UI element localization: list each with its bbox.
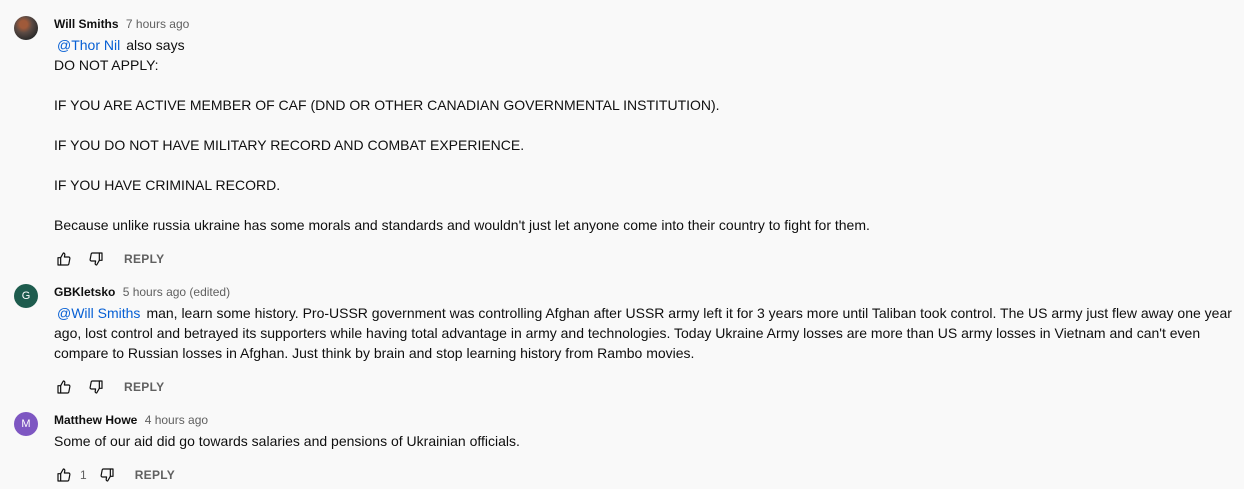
avatar[interactable]	[14, 16, 38, 40]
reply-button[interactable]: REPLY	[124, 380, 164, 394]
thumbs-down-icon[interactable]	[86, 249, 106, 269]
comment-content: Will Smiths 7 hours ago @Thor Nil also sa…	[54, 16, 1234, 235]
like-count: 1	[80, 468, 87, 482]
thumbs-up-icon[interactable]	[54, 377, 74, 397]
comment-content: Matthew Howe 4 hours ago Some of our aid…	[54, 412, 1234, 451]
comment-actions: REPLY	[54, 249, 164, 269]
comment-actions: REPLY	[54, 377, 164, 397]
author-name[interactable]: Matthew Howe	[54, 413, 137, 427]
comment-time[interactable]: 7 hours ago	[126, 17, 189, 31]
thumbs-down-icon[interactable]	[86, 377, 106, 397]
avatar[interactable]: G	[14, 284, 38, 308]
reply-button[interactable]: REPLY	[124, 252, 164, 266]
comment-header: Matthew Howe 4 hours ago	[54, 412, 1234, 428]
comment-text: @Thor Nil also says DO NOT APPLY: IF YOU …	[54, 37, 870, 233]
mention-link[interactable]: @Thor Nil	[57, 37, 120, 53]
author-name[interactable]: GBKletsko	[54, 285, 115, 299]
comment-time[interactable]: 5 hours ago (edited)	[123, 285, 230, 299]
comment-text: Some of our aid did go towards salaries …	[54, 433, 520, 449]
reply-button[interactable]: REPLY	[135, 468, 175, 482]
thumbs-down-icon[interactable]	[97, 465, 117, 485]
comment-header: Will Smiths 7 hours ago	[54, 16, 1234, 32]
comment-actions: 1 REPLY	[54, 465, 175, 485]
comment-header: GBKletsko 5 hours ago (edited)	[54, 284, 1234, 300]
author-name[interactable]: Will Smiths	[54, 17, 119, 31]
thumbs-up-icon[interactable]	[54, 465, 74, 485]
comment-content: GBKletsko 5 hours ago (edited) @Will Smi…	[54, 284, 1234, 363]
comment-time[interactable]: 4 hours ago	[145, 413, 208, 427]
thumbs-up-icon[interactable]	[54, 249, 74, 269]
avatar[interactable]: M	[14, 412, 38, 436]
comment-text: @Will Smiths man, learn some history. Pro…	[54, 305, 1232, 361]
mention-link[interactable]: @Will Smiths	[57, 305, 140, 321]
